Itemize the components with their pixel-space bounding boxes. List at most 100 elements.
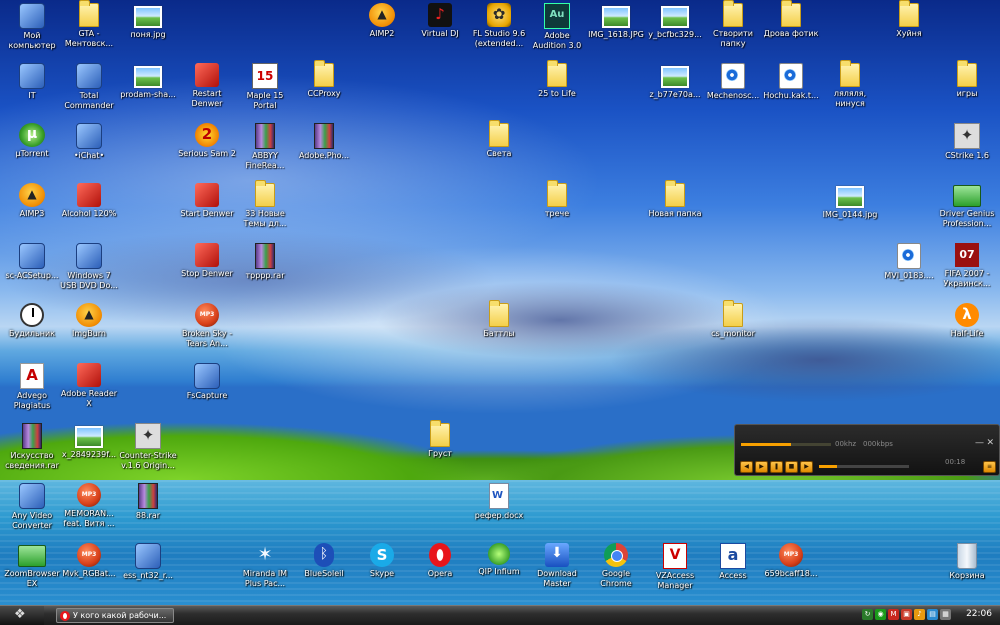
next-button[interactable]: ▶ — [800, 461, 813, 473]
desktop-icon[interactable]: Maple 15 Portal — [233, 60, 297, 118]
desktop-icon[interactable]: y_bcfbc329... — [643, 0, 707, 58]
volume-bar[interactable] — [741, 443, 831, 446]
desktop-icon[interactable]: Driver Genius Profession... — [935, 180, 999, 238]
taskbar-item-opera[interactable]: У кого какой рабочи... — [56, 608, 174, 623]
desktop-icon[interactable]: Restart Denwer — [175, 60, 239, 118]
seek-bar[interactable] — [819, 465, 909, 468]
desktop-icon[interactable]: ImgBurn — [57, 300, 121, 358]
chrome-icon — [604, 543, 628, 567]
desktop-icon[interactable]: FL Studio 9.6 (extended... — [467, 0, 531, 58]
play-button[interactable]: ▶ — [755, 461, 768, 473]
desktop-icon[interactable]: Download Master — [525, 540, 589, 598]
tray-app-icon[interactable]: ▣ — [901, 609, 912, 620]
player-minimize-icon[interactable]: — — [975, 438, 984, 448]
desktop-icon[interactable]: Google Chrome — [584, 540, 648, 598]
desktop-icon[interactable]: IMG_0144.jpg — [818, 180, 882, 238]
desktop-icon[interactable]: Хуйня — [877, 0, 941, 58]
desktop-icon[interactable]: ess_nt32_r... — [116, 540, 180, 598]
desktop-icon[interactable]: Broken Sky - Tears An... — [175, 300, 239, 358]
desktop-icon[interactable]: Mvk_RGBat... — [57, 540, 121, 598]
desktop-icon[interactable]: Корзина — [935, 540, 999, 598]
desktop-icon[interactable]: Adobe.Pho... — [292, 120, 356, 178]
stop-button[interactable]: ■ — [785, 461, 798, 473]
desktop-icon[interactable]: x_2849239f... — [57, 420, 121, 478]
desktop-icon[interactable]: Stop Denwer — [175, 240, 239, 298]
desktop-icon[interactable]: MEMORAN... feat. Витя ... — [57, 480, 121, 538]
desktop-icon[interactable]: IMG_1618.JPG — [584, 0, 648, 58]
desktop-icon[interactable]: CCProxy — [292, 60, 356, 118]
desktop-icon[interactable]: ZoomBrowser EX — [0, 540, 64, 598]
aimp-player[interactable]: 00khz 000kbps — ✕ ◀ ▶ ❚ ■ ▶ 00:18 ≡ — [734, 424, 1000, 476]
prev-button[interactable]: ◀ — [740, 461, 753, 473]
desktop-icon[interactable]: prodam-sha... — [116, 60, 180, 118]
desktop-icon[interactable]: трече — [525, 180, 589, 238]
desktop-icon[interactable]: 659bcaff18... — [759, 540, 823, 598]
desktop-icon[interactable]: Створити папку — [701, 0, 765, 58]
refresh-icon[interactable]: ↻ — [862, 609, 873, 620]
desktop-icon[interactable]: z_b77e70a... — [643, 60, 707, 118]
desktop-icon[interactable]: Будильник — [0, 300, 64, 358]
volume-icon[interactable]: ♪ — [914, 609, 925, 620]
desktop-icon[interactable]: 88.rar — [116, 480, 180, 538]
pause-button[interactable]: ❚ — [770, 461, 783, 473]
desktop-icon[interactable]: FIFA 2007 - Украинск... — [935, 240, 999, 298]
desktop-icon[interactable]: 33 Новые Темы дл... — [233, 180, 297, 238]
network-icon[interactable]: ◉ — [875, 609, 886, 620]
desktop-icon[interactable]: Mechenosc... — [701, 60, 765, 118]
desktop-icon[interactable]: Alcohol 120% — [57, 180, 121, 238]
desktop[interactable]: Мой компьютер GTA - Ментовск... поня.jpg AI… — [0, 0, 1000, 605]
desktop-icon[interactable]: Новая папка — [643, 180, 707, 238]
desktop-icon[interactable]: Искусство сведения.rar — [0, 420, 64, 478]
desktop-icon[interactable]: Груст — [408, 420, 472, 478]
desktop-icon[interactable]: IT — [0, 60, 64, 118]
desktop-icon[interactable]: Windows 7 USB DVD Do... — [57, 240, 121, 298]
desktop-icon[interactable]: поня.jpg — [116, 0, 180, 58]
desktop-icon-label: Мой компьютер — [8, 31, 56, 50]
desktop-icon[interactable]: ляляля, нинуся — [818, 60, 882, 118]
tray-app-icon-3[interactable]: ▦ — [940, 609, 951, 620]
desktop-icon[interactable]: Miranda IM Plus Pac... — [233, 540, 297, 598]
tray-app-icon-2[interactable]: ▤ — [927, 609, 938, 620]
desktop-icon[interactable]: Света — [467, 120, 531, 178]
desktop-icon[interactable]: •iChat• — [57, 120, 121, 178]
desktop-icon[interactable]: рефер.docx — [467, 480, 531, 538]
desktop-icon[interactable]: Total Commander — [57, 60, 121, 118]
desktop-icon[interactable]: Counter-Strike v.1.6 Origin... — [116, 420, 180, 478]
desktop-icon[interactable]: трррр.rar — [233, 240, 297, 298]
desktop-icon[interactable]: BlueSoleil — [292, 540, 356, 598]
desktop-icon[interactable]: Skype — [350, 540, 414, 598]
desktop-icon[interactable]: игры — [935, 60, 999, 118]
desktop-icon[interactable]: Virtual DJ — [408, 0, 472, 58]
desktop-icon[interactable]: Half-Life — [935, 300, 999, 358]
desktop-icon[interactable]: Advego Plagiatus — [0, 360, 64, 418]
start-button[interactable]: ❖ — [0, 606, 44, 625]
desktop-icon[interactable]: Access — [701, 540, 765, 598]
desktop-icon[interactable]: sc-ACSetup... — [0, 240, 64, 298]
desktop-icon[interactable]: Adobe Audition 3.0 — [525, 0, 589, 58]
desktop-icon[interactable]: Баттлы — [467, 300, 531, 358]
desktop-icon[interactable]: Adobe Reader X — [57, 360, 121, 418]
desktop-icon[interactable]: Мой компьютер — [0, 0, 64, 58]
player-close-icon[interactable]: ✕ — [986, 438, 994, 448]
desktop-icon[interactable]: 25 to Life — [525, 60, 589, 118]
gmail-icon[interactable]: M — [888, 609, 899, 620]
desktop-icon[interactable]: Start Denwer — [175, 180, 239, 238]
desktop-icon[interactable]: Hochu.kak.t... — [759, 60, 823, 118]
desktop-icon[interactable]: Any Video Converter — [0, 480, 64, 538]
desktop-icon[interactable]: AIMP2 — [350, 0, 414, 58]
desktop-icon[interactable]: Дрова фотик — [759, 0, 823, 58]
desktop-icon[interactable]: QIP Infium — [467, 540, 531, 598]
clock[interactable]: 22:06 — [966, 609, 992, 619]
desktop-icon[interactable]: cs_monitor — [701, 300, 765, 358]
desktop-icon[interactable]: Serious Sam 2 — [175, 120, 239, 178]
desktop-icon[interactable]: ABBYY FineRea... — [233, 120, 297, 178]
desktop-icon[interactable]: FsCapture — [175, 360, 239, 418]
player-menu-button[interactable]: ≡ — [983, 461, 996, 473]
desktop-icon[interactable]: MVI_0183.... — [877, 240, 941, 298]
desktop-icon[interactable]: CStrike 1.6 — [935, 120, 999, 178]
desktop-icon[interactable]: Opera — [408, 540, 472, 598]
desktop-icon[interactable]: VZAccess Manager — [643, 540, 707, 598]
desktop-icon[interactable]: AIMP3 — [0, 180, 64, 238]
desktop-icon[interactable]: µTorrent — [0, 120, 64, 178]
desktop-icon[interactable]: GTA - Ментовск... — [57, 0, 121, 58]
